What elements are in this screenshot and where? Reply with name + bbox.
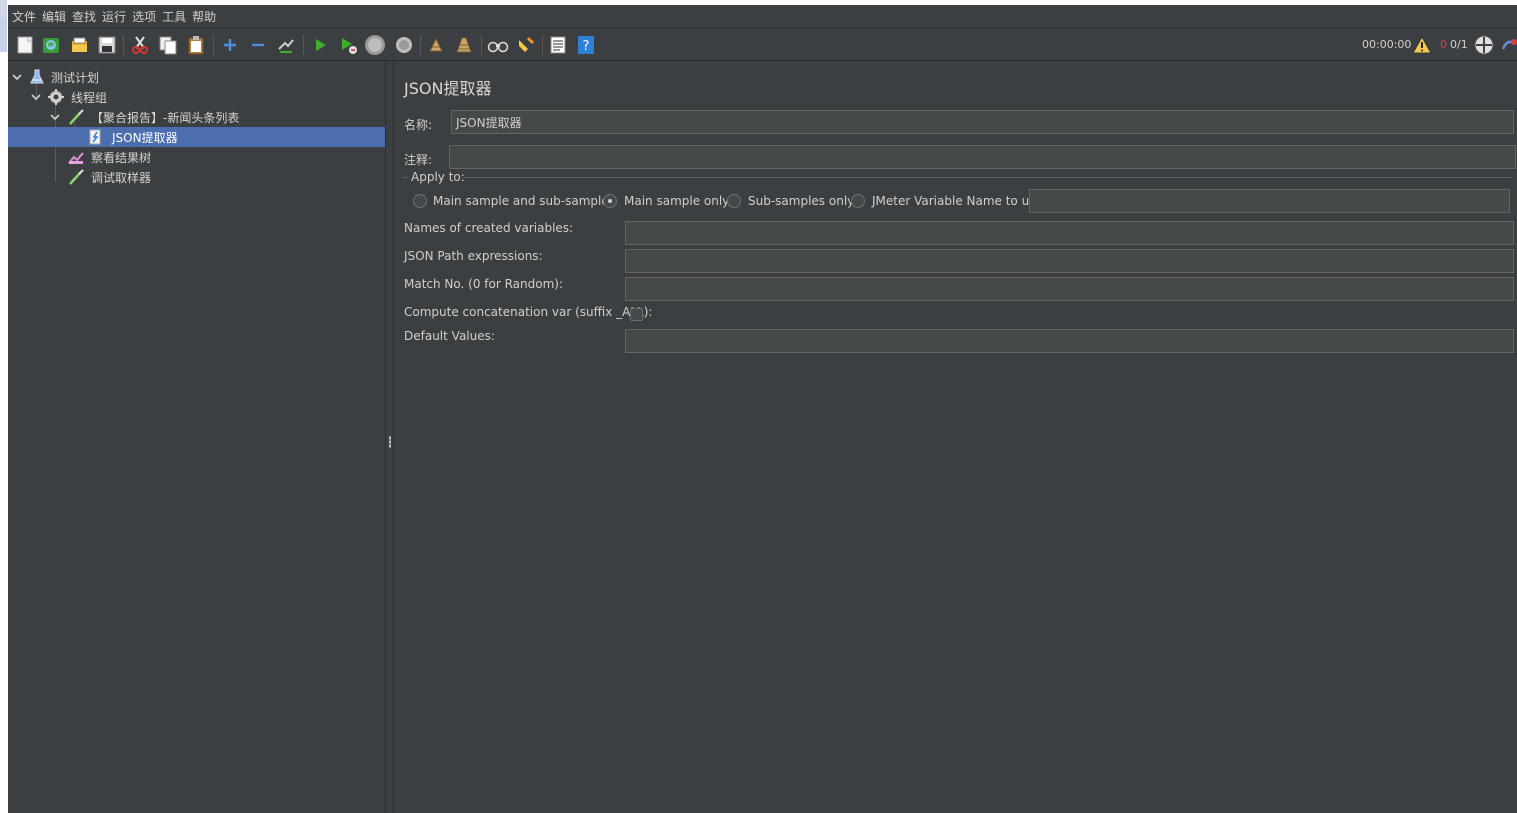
radio-main-only[interactable] [603,194,617,208]
apply-to-label: Apply to: [411,170,465,184]
templates-icon[interactable] [40,34,62,56]
name-input[interactable]: JSON提取器 [451,110,1514,134]
expand-icon[interactable] [219,34,241,56]
lang-icon[interactable] [1498,34,1517,56]
match-no-label: Match No. (0 for Random): [404,277,564,291]
menu-options[interactable]: 选项 [131,8,161,25]
test-plan-icon [30,69,44,84]
json-path-label: JSON Path expressions: [404,249,543,263]
default-values-label: Default Values: [404,329,495,343]
sampler-icon [69,109,84,125]
help-icon[interactable]: ? [575,34,597,56]
paste-icon[interactable] [185,34,207,56]
split-pane-divider[interactable] [385,62,394,813]
tree-item-sampler[interactable]: 【聚合报告】-新闻头条列表 [8,107,385,127]
stop-icon[interactable] [364,34,386,56]
menu-tools[interactable]: 工具 [161,8,191,25]
reset-search-icon[interactable] [515,34,537,56]
tree-item-label: 测试计划 [51,70,100,85]
debug-sampler-icon [69,169,84,185]
menu-help[interactable]: 帮助 [191,8,221,25]
start-no-pause-icon[interactable] [337,34,359,56]
collapse-icon[interactable] [247,34,269,56]
jmeter-window: 文件 编辑 查找 运行 选项 工具 帮助 ? 00:00:00 0 0/1 测试… [8,5,1517,813]
comment-input[interactable] [449,145,1516,169]
edge-highlight [0,0,7,18]
warning-icon[interactable] [1411,34,1433,56]
tree-item-thread-group[interactable]: 线程组 [8,87,385,107]
radio-sub-only[interactable] [727,194,741,208]
toggle-icon[interactable] [275,34,297,56]
clear-all-icon[interactable] [453,34,475,56]
edge-highlight [0,18,7,52]
concat-checkbox[interactable] [630,308,643,321]
json-extractor-panel: JSON提取器 名称: JSON提取器 注释: Apply to: Main s… [394,62,1517,813]
comment-label: 注释: [404,153,433,167]
concat-label: Compute concatenation var (suffix _ALL): [404,305,653,319]
tree-item-label: 【聚合报告】-新闻头条列表 [91,110,240,125]
thread-count: 0/1 [1450,38,1468,51]
chevron-down-icon[interactable] [12,72,22,82]
thread-group-icon [48,89,64,105]
divider-grip-icon[interactable] [389,436,391,448]
menu-search[interactable]: 查找 [71,8,101,25]
json-path-input[interactable] [625,249,1514,273]
cut-icon[interactable] [129,34,151,56]
toolbar: ? 00:00:00 0 0/1 [8,27,1517,61]
variable-name-input[interactable] [1029,189,1510,213]
test-plan-tree: 测试计划 线程组 【聚合报告】-新闻头条列表 JSON提取器 察看结果树 调试取… [8,62,385,813]
search-icon[interactable] [487,34,509,56]
radio-main-and-sub[interactable] [413,194,427,208]
radio-main-only-label[interactable]: Main sample only [624,194,729,208]
tree-item-label: 察看结果树 [91,150,152,165]
menu-run[interactable]: 运行 [101,8,131,25]
tree-item-debug-sampler[interactable]: 调试取样器 [8,167,385,187]
tree-item-test-plan[interactable]: 测试计划 [8,67,385,87]
function-helper-icon[interactable] [547,34,569,56]
results-tree-icon [68,152,84,164]
save-icon[interactable] [96,34,118,56]
elapsed-timer: 00:00:00 [1362,38,1412,51]
clear-icon[interactable] [425,34,447,56]
radio-jmeter-variable[interactable] [851,194,865,208]
background-window-edge [0,0,8,813]
created-vars-label: Names of created variables: [404,221,574,235]
panel-title: JSON提取器 [404,79,492,98]
menu-file[interactable]: 文件 [11,8,41,25]
tree-item-json-extractor[interactable]: JSON提取器 [8,127,385,147]
json-extractor-icon [89,129,101,145]
shutdown-icon[interactable] [393,34,415,56]
tree-item-label: JSON提取器 [112,130,178,145]
group-border [464,177,1512,178]
error-count: 0 [1440,38,1447,51]
remote-icon[interactable] [1473,34,1495,56]
radio-sub-only-label[interactable]: Sub-samples only [748,194,854,208]
chevron-down-icon[interactable] [31,92,41,102]
copy-icon[interactable] [157,34,179,56]
default-values-input[interactable] [625,329,1514,353]
group-border [402,177,408,178]
radio-jmeter-variable-label[interactable]: JMeter Variable Name to use [872,194,1043,208]
open-icon[interactable] [68,34,90,56]
name-label: 名称: [404,118,433,132]
tree-item-results-tree[interactable]: 察看结果树 [8,147,385,167]
menu-bar: 文件 编辑 查找 运行 选项 工具 帮助 [8,5,1517,27]
chevron-down-icon[interactable] [50,112,60,122]
tree-item-label: 调试取样器 [91,170,152,185]
created-vars-input[interactable] [625,221,1514,245]
menu-edit[interactable]: 编辑 [41,8,71,25]
svg-text:?: ? [583,39,590,54]
tree-item-label: 线程组 [71,90,108,105]
start-icon[interactable] [309,34,331,56]
new-icon[interactable] [14,34,36,56]
match-no-input[interactable] [625,277,1514,301]
radio-main-and-sub-label[interactable]: Main sample and sub-samples [433,194,615,208]
